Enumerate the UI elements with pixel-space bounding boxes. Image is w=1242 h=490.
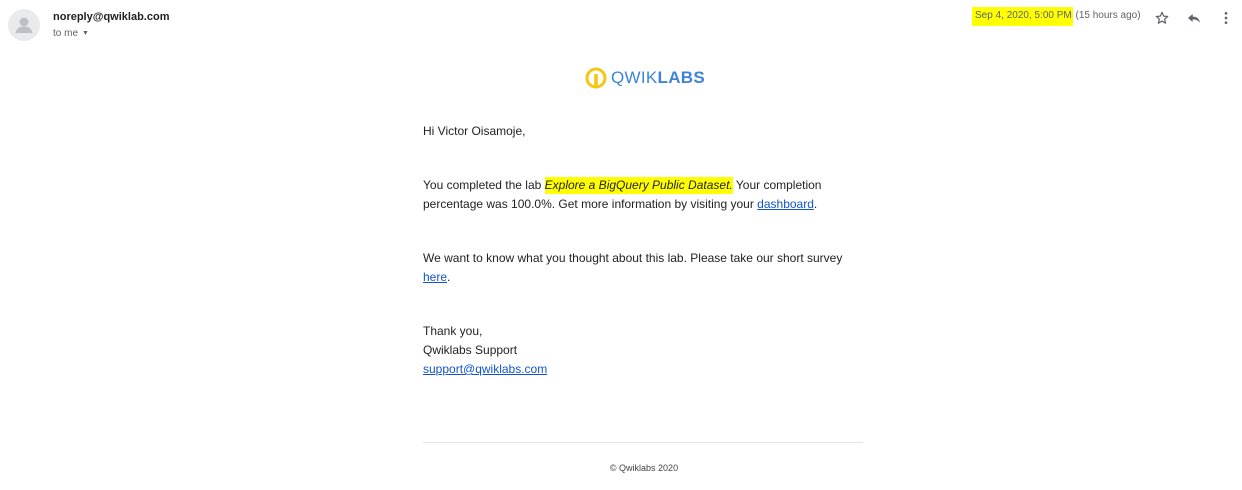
- reply-icon[interactable]: [1184, 8, 1204, 28]
- more-vertical-icon[interactable]: [1216, 8, 1236, 28]
- email-signature: Thank you, Qwiklabs Support support@qwik…: [423, 322, 868, 379]
- star-icon[interactable]: [1152, 8, 1172, 28]
- email-date: Sep 4, 2020, 5:00 PM (15 hours ago): [972, 7, 1141, 26]
- dashboard-link[interactable]: dashboard: [757, 197, 814, 211]
- footer-copyright: © Qwiklabs 2020: [609, 463, 679, 473]
- date-relative: (15 hours ago): [1075, 10, 1141, 21]
- signature-team: Qwiklabs Support: [423, 343, 518, 357]
- survey-paragraph: We want to know what you thought about t…: [423, 251, 843, 284]
- logo-wordmark: QWIKLABS: [611, 68, 706, 87]
- chevron-down-icon: ▼: [82, 30, 89, 37]
- survey-link[interactable]: here: [423, 270, 447, 284]
- signature-thanks: Thank you,: [423, 324, 483, 338]
- person-icon[interactable]: [8, 9, 40, 41]
- lab-name: Explore a BigQuery Public Dataset.: [544, 177, 733, 194]
- recipient-details-toggle[interactable]: to me ▼: [53, 28, 89, 39]
- qwiklabs-logo: QWIKLABS: [585, 67, 705, 89]
- email-header: noreply@qwiklab.com to me ▼ Sep 4, 2020,…: [0, 0, 1242, 50]
- footer-divider: [423, 442, 863, 443]
- date-absolute: Sep 4, 2020, 5:00 PM: [972, 7, 1073, 26]
- support-email-link[interactable]: support@qwiklabs.com: [423, 362, 547, 376]
- sender-email: noreply@qwiklab.com: [53, 11, 170, 23]
- completion-paragraph: You completed the lab Explore a BigQuery…: [423, 177, 822, 211]
- recipient-label: to me: [53, 28, 79, 39]
- qwiklabs-mark-icon: [585, 67, 607, 89]
- email-greeting: Hi Victor Oisamoje,: [423, 124, 526, 138]
